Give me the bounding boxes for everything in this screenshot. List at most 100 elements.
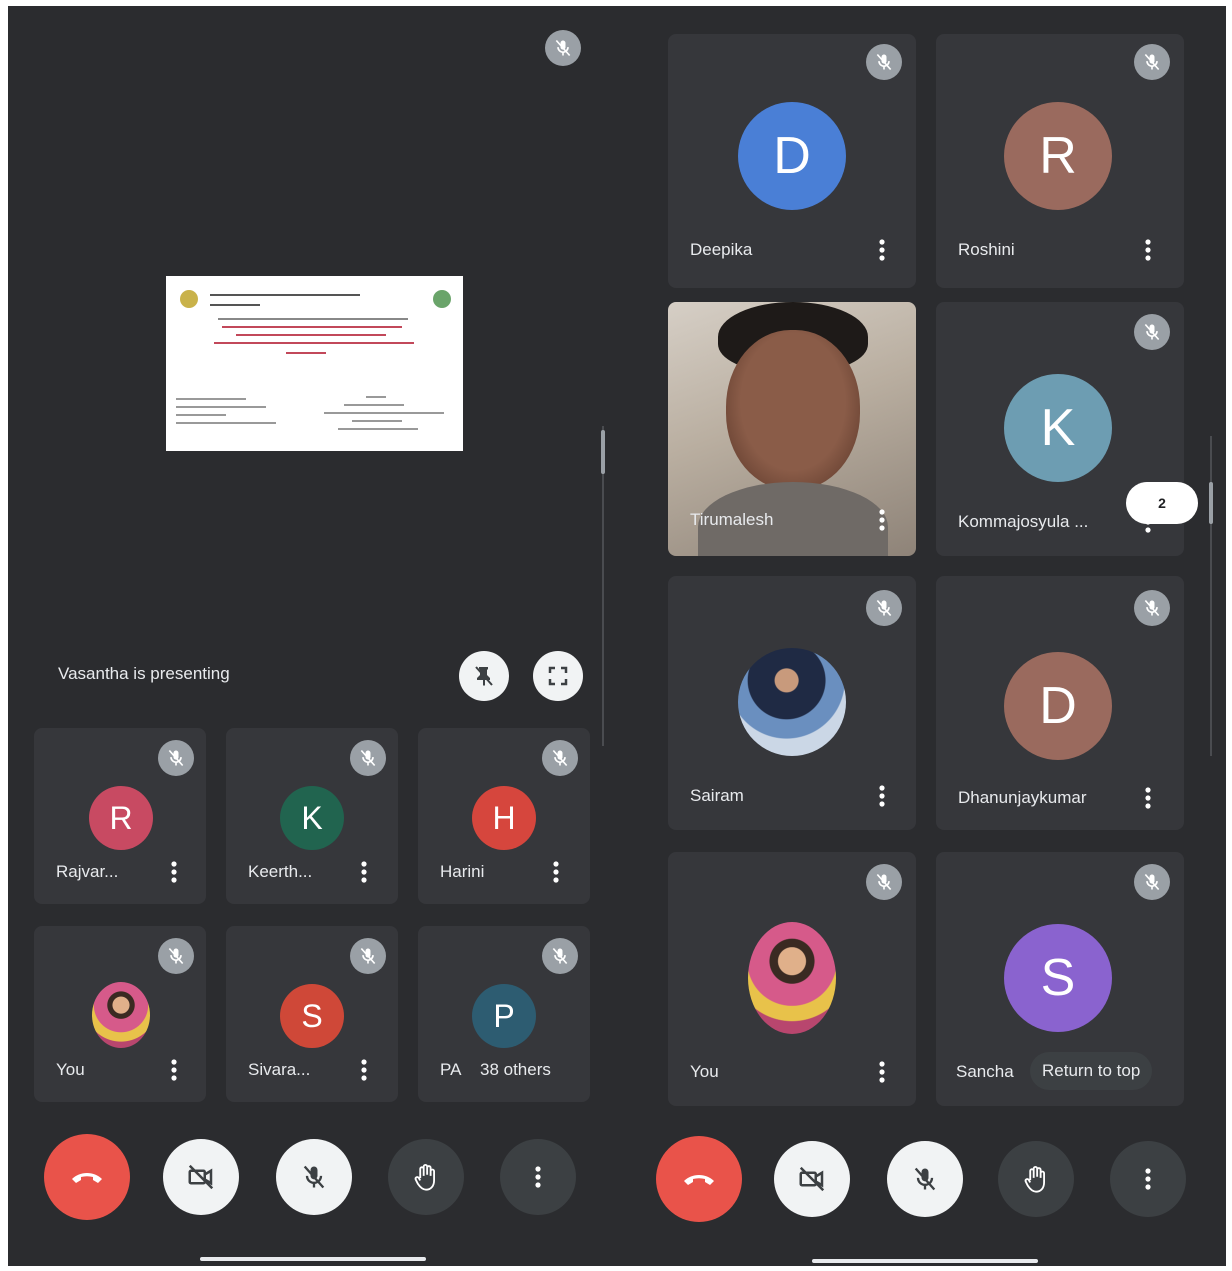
participant-name: Harini	[440, 862, 485, 881]
mic-off-icon	[1134, 44, 1170, 80]
more-vert-icon	[1145, 1168, 1151, 1190]
raise-hand-icon	[1024, 1166, 1045, 1193]
page-indicator-badge[interactable]: 2	[1126, 482, 1198, 524]
more-vert-icon	[1145, 239, 1151, 261]
mic-off-icon	[866, 590, 902, 626]
avatar: R	[89, 786, 153, 850]
participant-name: You	[56, 1060, 85, 1079]
participant-name: Sivara...	[248, 1060, 311, 1079]
avatar: S	[1004, 924, 1112, 1032]
participant-tile[interactable]: You	[668, 852, 916, 1106]
sairam-avatar-photo	[738, 648, 846, 756]
camera-toggle-button[interactable]	[774, 1141, 850, 1217]
avatar: S	[280, 984, 344, 1048]
left-scrollbar[interactable]	[601, 430, 605, 474]
more-options-button[interactable]	[354, 856, 374, 888]
pin-off-icon	[475, 666, 493, 686]
mic-off-icon	[1134, 314, 1170, 350]
participant-tile[interactable]: H Harini	[418, 728, 590, 904]
participant-name: Roshini	[958, 240, 1015, 259]
camera-toggle-button[interactable]	[163, 1139, 239, 1215]
participant-video-tile[interactable]: Tirumalesh	[668, 302, 916, 556]
mic-toggle-button[interactable]	[276, 1139, 352, 1215]
mic-off-icon	[303, 1165, 325, 1189]
participant-tile[interactable]: S Sancha Return to top	[936, 852, 1184, 1106]
avatar: K	[280, 786, 344, 850]
fullscreen-icon	[548, 666, 568, 686]
slide-logo-left	[180, 290, 198, 308]
mic-off-icon	[1134, 864, 1170, 900]
more-vert-icon	[879, 1061, 885, 1083]
mic-off-icon	[914, 1167, 936, 1191]
participant-tile[interactable]: R Rajvar...	[34, 728, 206, 904]
mic-toggle-button[interactable]	[887, 1141, 963, 1217]
participant-name: You	[690, 1062, 719, 1081]
participant-name: Sancha	[956, 1062, 1014, 1081]
more-options-button[interactable]	[164, 1054, 184, 1086]
camera-off-icon	[799, 1166, 825, 1192]
participant-tile[interactable]: You	[34, 926, 206, 1102]
participant-tile[interactable]: Sairam	[668, 576, 916, 830]
avatar: D	[1004, 652, 1112, 760]
slide-logo-right	[433, 290, 451, 308]
participant-name: PA	[440, 1060, 462, 1079]
avatar: K	[1004, 374, 1112, 482]
return-to-top-button[interactable]: Return to top	[1030, 1052, 1153, 1090]
more-options-button[interactable]	[872, 504, 892, 536]
home-indicator[interactable]	[200, 1257, 426, 1261]
more-options-button[interactable]	[164, 856, 184, 888]
more-options-button[interactable]	[1138, 234, 1158, 266]
mic-off-icon	[1134, 590, 1170, 626]
mic-off-icon	[158, 740, 194, 776]
more-vert-icon	[879, 509, 885, 531]
end-call-icon	[72, 1173, 102, 1183]
more-options-button[interactable]	[500, 1139, 576, 1215]
participant-tile[interactable]: S Sivara...	[226, 926, 398, 1102]
participant-tile[interactable]: R Roshini	[936, 34, 1184, 288]
meet-screenshot-composite: Vasantha is presenting R Rajvar... K Kee…	[8, 6, 1226, 1266]
more-vert-icon	[879, 785, 885, 807]
more-options-button[interactable]	[1138, 782, 1158, 814]
avatar: R	[1004, 102, 1112, 210]
end-call-button[interactable]	[656, 1136, 742, 1222]
participant-tile[interactable]: D Dhanunjaykumar	[936, 576, 1184, 830]
more-options-button[interactable]	[872, 780, 892, 812]
participant-name: Deepika	[690, 240, 753, 259]
participant-name: Keerth...	[248, 862, 313, 881]
presenter-mic-off-icon	[545, 30, 581, 66]
more-vert-icon	[1145, 787, 1151, 809]
more-vert-icon	[171, 1059, 177, 1081]
end-call-button[interactable]	[44, 1134, 130, 1220]
participant-tile[interactable]: K Keerth...	[226, 728, 398, 904]
more-options-button[interactable]	[546, 856, 566, 888]
more-options-button[interactable]	[872, 1056, 892, 1088]
more-options-button[interactable]	[354, 1054, 374, 1086]
mic-off-icon	[866, 864, 902, 900]
more-vert-icon	[361, 861, 367, 883]
camera-off-icon	[188, 1164, 214, 1190]
home-indicator[interactable]	[812, 1259, 1038, 1263]
more-options-button[interactable]	[872, 234, 892, 266]
raise-hand-button[interactable]	[998, 1141, 1074, 1217]
raise-hand-button[interactable]	[388, 1139, 464, 1215]
fullscreen-button[interactable]	[533, 651, 583, 701]
participant-tile[interactable]: D Deepika	[668, 34, 916, 288]
more-vert-icon	[879, 239, 885, 261]
avatar: H	[472, 786, 536, 850]
participant-name: Kommajosyula ...	[958, 512, 1089, 531]
presenting-banner: Vasantha is presenting	[58, 664, 230, 683]
more-vert-icon	[535, 1166, 541, 1188]
you-avatar-photo	[748, 922, 836, 1034]
raise-hand-icon	[414, 1164, 435, 1191]
left-scroll-track	[602, 426, 604, 746]
mic-off-icon	[350, 740, 386, 776]
participant-name: Sairam	[690, 786, 744, 805]
participant-tile-others[interactable]: P PA 38 others	[418, 926, 590, 1102]
video-face	[726, 330, 860, 490]
more-options-button[interactable]	[1110, 1141, 1186, 1217]
others-count-label: 38 others	[480, 1060, 551, 1079]
right-scrollbar[interactable]	[1209, 482, 1213, 524]
unpin-button[interactable]	[459, 651, 509, 701]
participant-name: Tirumalesh	[690, 510, 774, 529]
more-vert-icon	[171, 861, 177, 883]
